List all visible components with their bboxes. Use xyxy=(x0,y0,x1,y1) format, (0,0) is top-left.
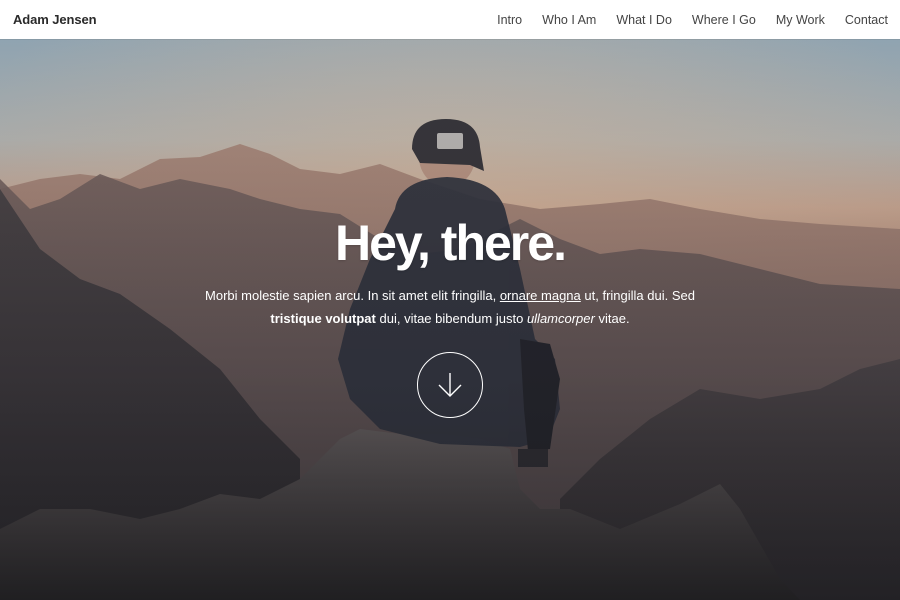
nav-link-what-i-do[interactable]: What I Do xyxy=(596,13,672,27)
lead-bold-text: tristique volutpat xyxy=(270,311,376,326)
hero-content: Hey, there. Morbi molestie sapien arcu. … xyxy=(0,39,900,600)
nav-link-contact[interactable]: Contact xyxy=(825,13,888,27)
nav-item-where-i-go: Where I Go xyxy=(672,13,756,27)
lead-text-part-1: Morbi molestie sapien arcu. In sit amet … xyxy=(205,288,497,303)
lead-link[interactable]: ornare magna xyxy=(500,288,581,303)
nav-link-intro[interactable]: Intro xyxy=(477,13,522,27)
lead-text-part-3: dui, vitae bibendum justo xyxy=(379,311,524,326)
hero-section: Hey, there. Morbi molestie sapien arcu. … xyxy=(0,39,900,600)
main-nav: Intro Who I Am What I Do Where I Go My W… xyxy=(477,13,888,27)
nav-link-my-work[interactable]: My Work xyxy=(756,13,825,27)
nav-link-where-i-go[interactable]: Where I Go xyxy=(672,13,756,27)
hero-lead-text: Morbi molestie sapien arcu. In sit amet … xyxy=(180,284,720,330)
lead-italic-text: ullamcorper xyxy=(526,311,595,326)
brand-logo[interactable]: Adam Jensen xyxy=(13,12,97,27)
scroll-down-button[interactable] xyxy=(417,352,483,418)
nav-item-contact: Contact xyxy=(825,13,888,27)
nav-link-who-i-am[interactable]: Who I Am xyxy=(522,13,596,27)
hero-headline: Hey, there. xyxy=(335,215,567,271)
nav-item-intro: Intro xyxy=(477,13,522,27)
site-header: Adam Jensen Intro Who I Am What I Do Whe… xyxy=(0,0,900,39)
nav-item-my-work: My Work xyxy=(756,13,825,27)
lead-text-part-2: ut, fringilla dui. Sed xyxy=(584,288,695,303)
nav-item-what-i-do: What I Do xyxy=(596,13,672,27)
nav-item-who-i-am: Who I Am xyxy=(522,13,596,27)
lead-text-part-4: vitae. xyxy=(598,311,630,326)
arrow-down-icon xyxy=(438,373,462,397)
